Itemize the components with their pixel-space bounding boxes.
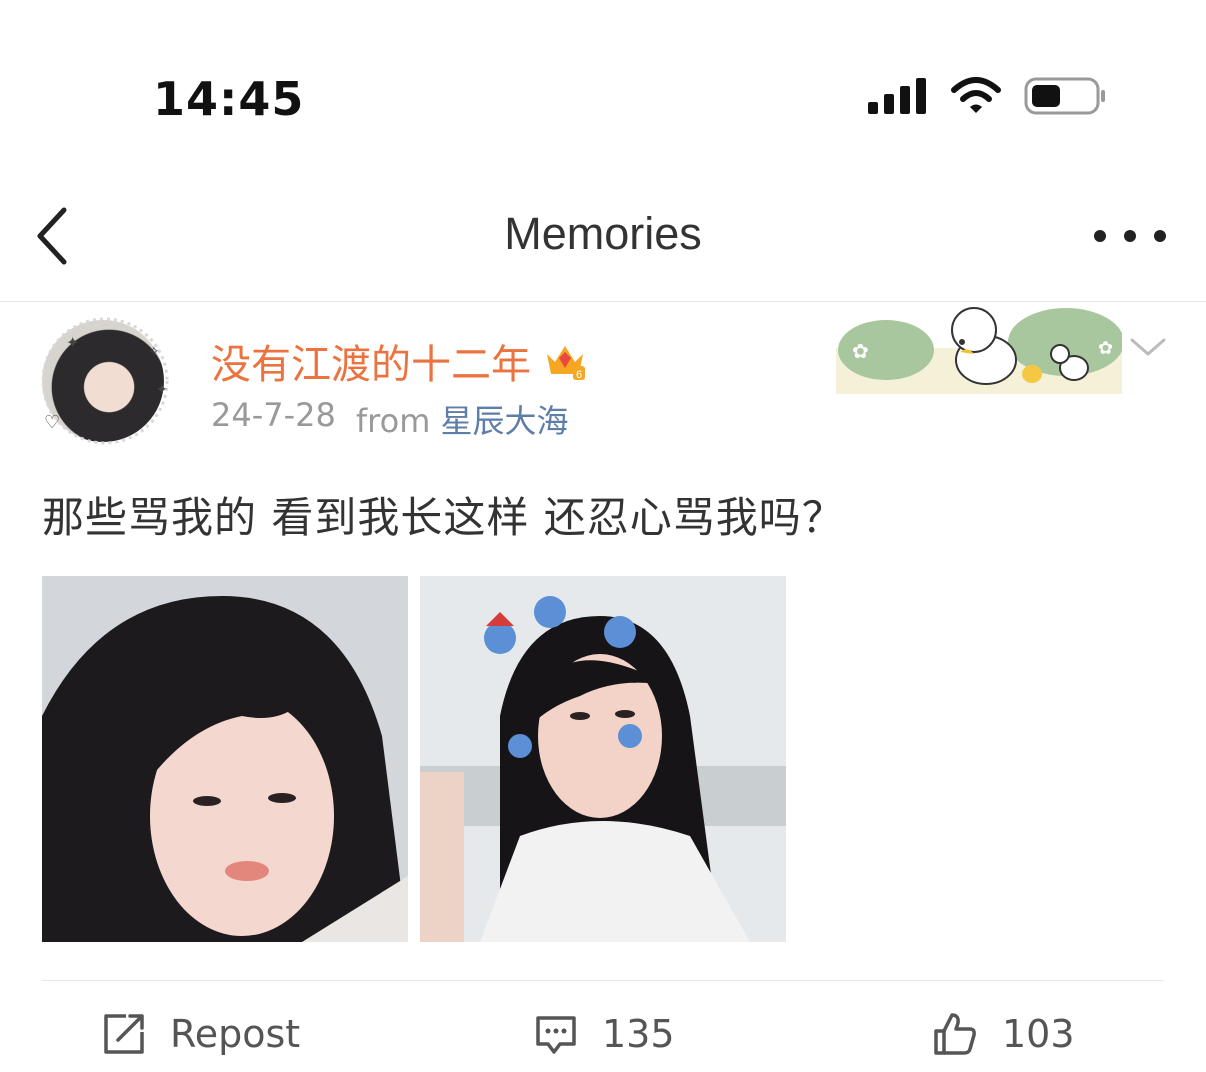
more-dots-icon	[1094, 230, 1106, 242]
username[interactable]: 没有江渡的十二年 6	[211, 332, 587, 390]
svg-text:✦: ✦	[66, 333, 79, 352]
status-time: 14:45	[153, 72, 305, 126]
like-button[interactable]: 103	[932, 1008, 1075, 1060]
username-text: 没有江渡的十二年	[211, 342, 531, 388]
post-source-link[interactable]: 星辰大海	[441, 402, 569, 440]
comment-icon	[536, 1016, 576, 1054]
photo-2	[420, 576, 786, 942]
vip-crown-icon: 6	[547, 346, 585, 381]
from-label: from	[355, 402, 431, 440]
post-date: 24-7-28	[211, 396, 336, 434]
avatar-frame-icon: ✦ ✧ ✦ ♡	[41, 317, 169, 445]
post-text: 那些骂我的 看到我长这样 还忍心骂我吗？	[42, 493, 845, 542]
comment-count: 135	[602, 1012, 675, 1056]
thumbs-up-icon	[934, 1013, 976, 1055]
signal-icon	[868, 78, 926, 114]
header-decoration: ✿ ✿	[836, 302, 1122, 394]
repost-icon	[104, 1014, 144, 1054]
svg-text:6: 6	[576, 369, 582, 381]
battery-icon	[1024, 77, 1105, 115]
svg-text:✧: ✧	[148, 344, 160, 360]
svg-text:✿: ✿	[1098, 338, 1113, 359]
nav-bar: Memories	[0, 190, 1206, 302]
chevron-down-icon[interactable]	[1128, 332, 1168, 362]
wifi-icon	[951, 77, 1001, 113]
post-meta: 24-7-28 from 星辰大海	[211, 396, 569, 442]
repost-button[interactable]: Repost	[102, 1008, 300, 1060]
avatar[interactable]: ✦ ✧ ✦ ♡	[38, 316, 172, 446]
divider	[42, 980, 1164, 981]
decoration-illustration-icon: ✿ ✿	[838, 307, 1122, 385]
comment-button[interactable]: 135	[534, 1008, 675, 1060]
repost-label: Repost	[170, 1012, 301, 1056]
photo-1	[42, 576, 408, 942]
more-button[interactable]	[1094, 216, 1166, 256]
post-image[interactable]	[42, 576, 408, 942]
svg-text:✦: ✦	[156, 382, 168, 398]
status-bar: 14:45	[0, 0, 1206, 190]
more-dot	[1124, 230, 1136, 242]
page-title: Memories	[504, 208, 702, 259]
post-image[interactable]	[420, 576, 786, 942]
more-dot	[1154, 230, 1166, 242]
like-count: 103	[1002, 1012, 1075, 1056]
status-icons	[868, 76, 1106, 116]
svg-text:♡: ♡	[44, 412, 60, 433]
svg-text:✿: ✿	[852, 339, 869, 363]
